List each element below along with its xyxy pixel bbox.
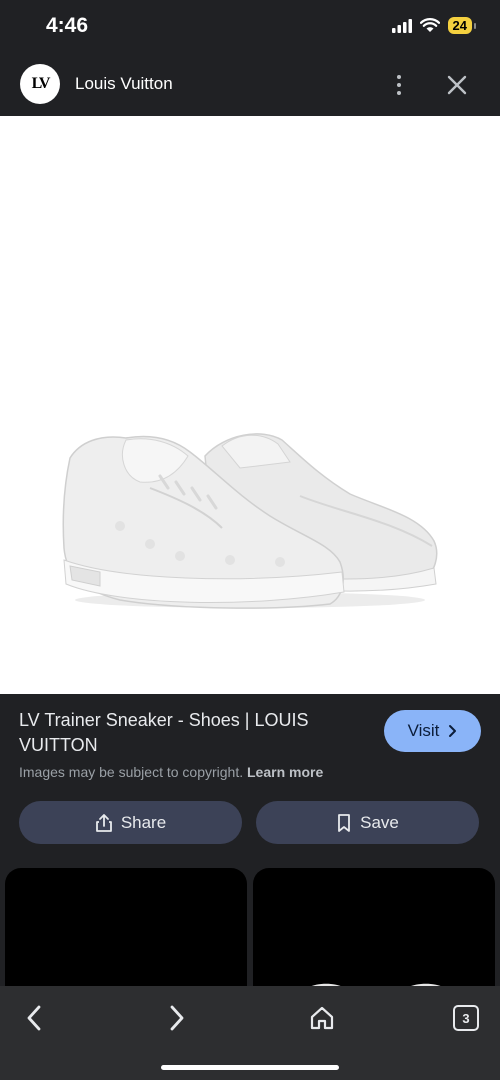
source-header: LV Louis Vuitton	[0, 54, 500, 116]
save-button-label: Save	[360, 812, 399, 832]
related-image-card[interactable]	[5, 868, 247, 998]
site-name[interactable]: Louis Vuitton	[75, 74, 173, 94]
learn-more-link[interactable]: Learn more	[247, 764, 323, 780]
close-icon	[447, 75, 467, 95]
battery-indicator: 24	[447, 17, 477, 34]
product-image[interactable]	[0, 116, 500, 694]
tabs-button[interactable]: 3	[446, 998, 486, 1038]
chevron-right-icon	[449, 725, 457, 737]
status-time: 4:46	[46, 14, 89, 37]
share-button[interactable]: Share	[19, 801, 242, 844]
home-button[interactable]	[302, 998, 342, 1038]
result-title[interactable]: LV Trainer Sneaker - Shoes | LOUIS VUITT…	[19, 708, 349, 758]
sneaker-image	[62, 433, 438, 609]
copyright-text: Images may be subject to copyright.	[19, 764, 244, 780]
more-vert-icon-dot	[397, 91, 401, 95]
forward-button[interactable]	[157, 998, 197, 1038]
save-button[interactable]: Save	[256, 801, 479, 844]
back-button[interactable]	[14, 998, 54, 1038]
bookmark-icon	[338, 813, 351, 832]
more-options-button[interactable]	[388, 68, 410, 102]
chevron-right-icon	[170, 1005, 184, 1031]
site-logo[interactable]: LV	[20, 64, 60, 104]
home-indicator	[161, 1065, 339, 1070]
cellular-signal-icon	[391, 18, 412, 33]
more-vert-icon-dot	[397, 83, 401, 87]
share-icon	[95, 813, 112, 832]
close-button[interactable]	[442, 70, 472, 100]
wifi-icon	[419, 18, 440, 32]
related-image-card[interactable]	[253, 868, 495, 998]
copyright-notice: Images may be subject to copyright. Lear…	[19, 764, 323, 780]
more-vert-icon-dot	[397, 75, 401, 79]
share-button-label: Share	[120, 812, 167, 832]
status-icons: 24	[391, 17, 477, 34]
related-image-thumbnail	[297, 983, 455, 998]
status-bar: 4:46 24	[0, 0, 500, 54]
tabs-count: 3	[453, 1005, 479, 1031]
visit-button-label: Visit	[407, 721, 440, 740]
result-info: LV Trainer Sneaker - Shoes | LOUIS VUITT…	[0, 694, 500, 870]
home-icon	[310, 1006, 334, 1030]
visit-button[interactable]: Visit	[384, 710, 481, 752]
chevron-left-icon	[27, 1005, 41, 1031]
